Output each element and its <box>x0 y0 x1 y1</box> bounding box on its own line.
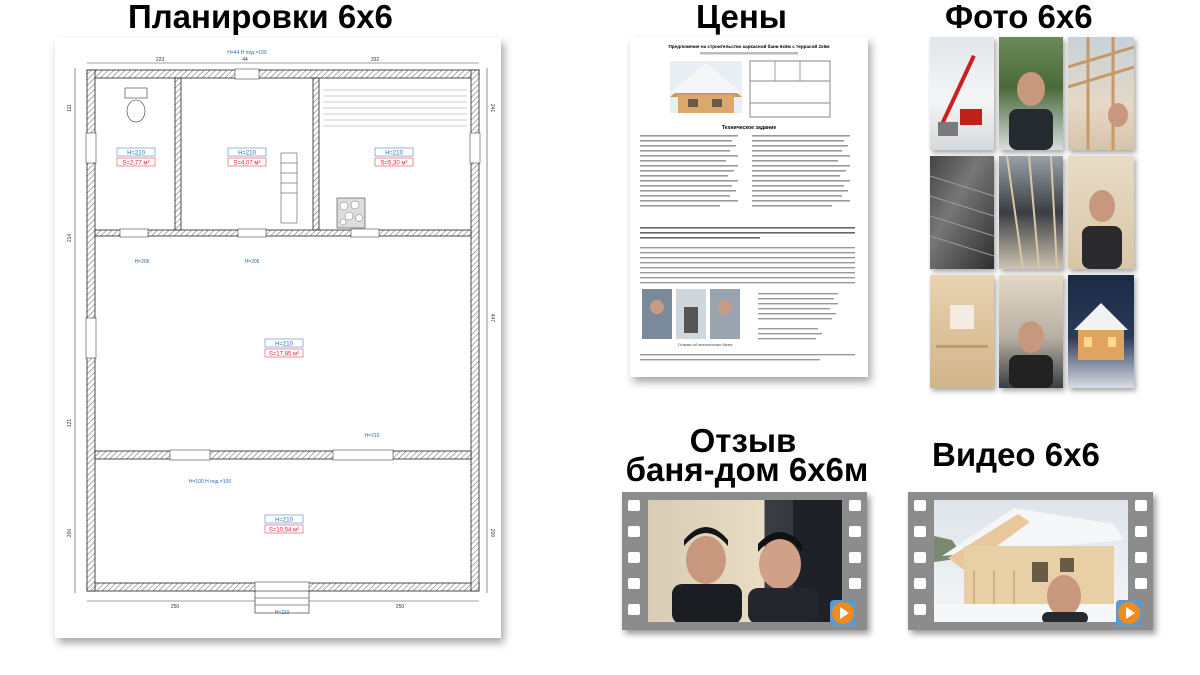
window-lower-label: H=100 H под.=100 <box>189 479 231 485</box>
mid-door-label-1: H=206 <box>135 259 150 265</box>
floor-plan-drawing: 223 44 332 250 100 250 111 214 121 200 2… <box>67 50 495 616</box>
photo-6 <box>1068 156 1134 269</box>
photo-5 <box>999 156 1063 269</box>
room-3-area: S=5,30 м² <box>381 161 408 167</box>
lower-door-label: H=210 <box>365 433 380 439</box>
dim-left-3: 121 <box>67 419 73 428</box>
video-heading: Видео 6х6 <box>932 436 1100 473</box>
floor-plan-sheet: 223 44 332 250 100 250 111 214 121 200 2… <box>55 38 501 638</box>
price-document: Предложение на строительство каркасной б… <box>640 43 855 361</box>
photos-card[interactable] <box>930 37 1134 389</box>
dim-left-4: 200 <box>67 529 73 538</box>
floor-plan-card[interactable]: 223 44 332 250 100 250 111 214 121 200 2… <box>55 38 501 638</box>
person-icon <box>1009 72 1053 150</box>
photos-heading: Фото 6х6 <box>945 0 1093 35</box>
top-door-label: H=44 H под.=100 <box>227 50 267 56</box>
price-doc-footer: Отзывы об аналогичных банях <box>678 343 733 347</box>
person-icon <box>1082 190 1122 269</box>
review-video-card[interactable] <box>622 492 867 630</box>
review-video-frame <box>648 500 842 622</box>
house-video-card[interactable] <box>908 492 1153 630</box>
play-button-icon[interactable] <box>1116 600 1142 626</box>
room-5-area: S=10,54 м² <box>269 528 299 534</box>
dim-right-1: 241 <box>489 104 495 113</box>
photo-1 <box>930 37 994 150</box>
prices-card[interactable]: Предложение на строительство каркасной б… <box>630 37 868 377</box>
photo-3 <box>1068 37 1134 150</box>
dim-bottom-3: 250 <box>396 604 405 610</box>
room-4-area: S=17,85 м² <box>269 352 299 358</box>
person-icon <box>1009 321 1053 388</box>
price-doc-heading: Предложение на строительство каркасной б… <box>668 43 830 49</box>
house-video-frame <box>934 500 1128 622</box>
dim-left-1: 111 <box>67 104 73 112</box>
room-1-height: H=210 <box>127 151 146 157</box>
plans-heading: Планировки 6х6 <box>128 0 393 35</box>
play-button-icon[interactable] <box>830 600 856 626</box>
review-heading-line2: баня-дом 6х6м <box>625 451 869 488</box>
price-doc-subheading: Техническое задание <box>722 125 777 131</box>
photo-9 <box>1068 275 1134 388</box>
roof-icon <box>930 175 994 257</box>
dim-top-1: 223 <box>156 57 165 63</box>
dim-right-3: 200 <box>489 529 495 538</box>
room-5-height: H=210 <box>275 518 294 524</box>
prices-heading: Цены <box>696 0 787 35</box>
house-icon <box>934 508 1128 622</box>
mid-door-label-2: H=206 <box>245 259 260 265</box>
room-1-area: S=2,77 м² <box>123 161 150 167</box>
dim-right-2: 447 <box>489 314 495 323</box>
night-house-icon <box>1074 303 1128 360</box>
film-frame <box>908 492 1153 630</box>
bottom-door-label: H=210 <box>275 610 290 616</box>
photo-2 <box>999 37 1063 150</box>
dim-top-2: 44 <box>242 57 248 63</box>
film-frame <box>622 492 867 630</box>
dim-top-3: 332 <box>371 57 380 63</box>
prices-sheet: Предложение на строительство каркасной б… <box>630 37 868 377</box>
interior-icon <box>936 305 988 348</box>
roof-sheets-icon <box>1006 156 1058 269</box>
crane-icon <box>938 54 982 136</box>
two-people-icon <box>672 500 842 622</box>
dim-left-2: 214 <box>67 234 73 243</box>
photo-7 <box>930 275 994 388</box>
room-3-height: H=210 <box>385 151 404 157</box>
dim-bottom-1: 250 <box>171 604 180 610</box>
room-2-area: S=4,07 м² <box>234 161 261 167</box>
timber-frame-icon <box>1068 37 1134 150</box>
photo-4 <box>930 156 994 269</box>
room-2-height: H=210 <box>238 151 257 157</box>
room-4-height: H=210 <box>275 342 294 348</box>
photo-8 <box>999 275 1063 388</box>
